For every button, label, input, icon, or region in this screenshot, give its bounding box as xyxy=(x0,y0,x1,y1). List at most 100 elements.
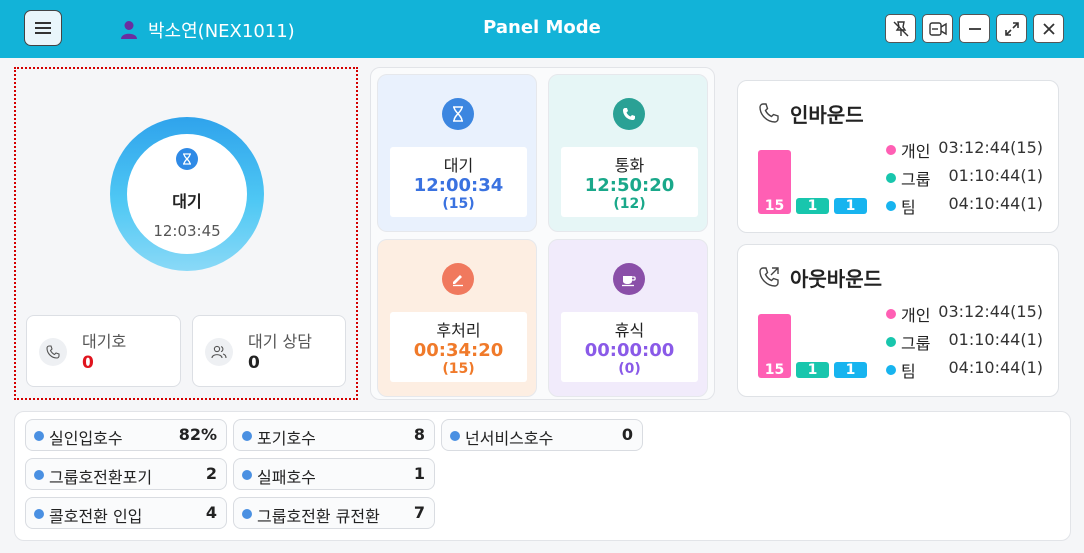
stat-dot xyxy=(34,470,44,480)
legend-dot xyxy=(886,201,896,211)
outbound-panel: 아웃바운드 15 1 1 개인 03:12:44(15) 그룹 01:10:44(1) 팀 0… xyxy=(737,244,1059,397)
state-time: 00:00:00 xyxy=(584,340,675,361)
state-name: 통화 xyxy=(614,156,645,175)
inbound-bar: 15 xyxy=(758,150,791,214)
phone-outgoing-icon xyxy=(759,267,779,287)
legend-time: 04:10:44(1) xyxy=(948,194,1043,213)
video-icon xyxy=(928,21,947,36)
video-button[interactable] xyxy=(922,14,953,43)
user-name: 박소연(NEX1011) xyxy=(148,21,295,42)
inbound-title: 인바운드 xyxy=(790,103,864,127)
waiting-consult-value: 0 xyxy=(248,353,260,373)
stat-value: 4 xyxy=(205,503,217,522)
stat-item[interactable]: 실인입호수 82% xyxy=(25,419,227,451)
minimize-button[interactable] xyxy=(959,14,990,43)
state-info: 통화 12:50:20 (12) xyxy=(561,147,698,217)
state-count: (15) xyxy=(442,196,475,212)
legend-time: 01:10:44(1) xyxy=(948,166,1043,185)
state-info: 후처리 00:34:20 (15) xyxy=(390,312,527,382)
stat-value: 82% xyxy=(178,425,217,444)
stat-label: 콜호전환 인입 xyxy=(49,507,143,526)
state-info: 휴식 00:00:00 (0) xyxy=(561,312,698,382)
legend-time: 03:12:44(15) xyxy=(938,302,1043,321)
stat-label: 실패호수 xyxy=(257,468,316,487)
phone-icon xyxy=(39,338,67,366)
stat-label: 실인입호수 xyxy=(49,429,123,448)
state-name: 휴식 xyxy=(614,321,645,340)
pen-icon xyxy=(442,263,474,295)
state-count: (15) xyxy=(442,361,475,377)
inbound-panel: 인바운드 15 1 1 개인 03:12:44(15) 그룹 01:10:44(1) 팀 04… xyxy=(737,80,1059,233)
hamburger-icon xyxy=(35,22,51,34)
legend-time: 03:12:44(15) xyxy=(938,138,1043,157)
status-ring-center: 대기 12:03:45 xyxy=(127,134,247,254)
state-time: 12:00:34 xyxy=(413,175,504,196)
stat-value: 8 xyxy=(413,425,425,444)
inbound-bar: 1 xyxy=(796,198,829,214)
current-status-panel: 대기 12:03:45 대기호 0 대기 상담 0 xyxy=(14,67,358,400)
minimize-icon xyxy=(968,27,981,30)
state-name: 후처리 xyxy=(436,321,481,340)
coffee-icon xyxy=(613,263,645,295)
stat-item[interactable]: 실패호수 1 xyxy=(233,458,435,490)
outbound-bar: 1 xyxy=(796,362,829,378)
state-card-after-work[interactable]: 후처리 00:34:20 (15) xyxy=(377,239,537,397)
stat-item[interactable]: 넌서비스호수 0 xyxy=(441,419,643,451)
stat-dot xyxy=(34,509,44,519)
title-bar: 박소연(NEX1011) Panel Mode xyxy=(0,0,1084,58)
user-info: 박소연(NEX1011) xyxy=(120,17,295,43)
legend-time: 01:10:44(1) xyxy=(948,330,1043,349)
users-icon xyxy=(205,338,233,366)
close-icon xyxy=(1042,22,1055,35)
stat-item[interactable]: 그룹호전환 큐전환 7 xyxy=(233,497,435,529)
stat-dot xyxy=(450,431,460,441)
outbound-bar: 15 xyxy=(758,314,791,378)
inbound-legend-item: 팀 xyxy=(886,194,916,218)
stat-dot xyxy=(242,470,252,480)
outbound-bar: 1 xyxy=(834,362,867,378)
stat-label: 넌서비스호수 xyxy=(465,429,554,448)
status-time: 12:03:45 xyxy=(153,222,221,240)
window-controls xyxy=(885,14,1064,43)
legend-dot xyxy=(886,145,896,155)
stat-dot xyxy=(34,431,44,441)
stat-label: 포기호수 xyxy=(257,429,316,448)
state-card-break[interactable]: 휴식 00:00:00 (0) xyxy=(548,239,708,397)
expand-icon xyxy=(1004,21,1019,36)
stat-item[interactable]: 그룹호전환포기 2 xyxy=(25,458,227,490)
legend-time: 04:10:44(1) xyxy=(948,358,1043,377)
queue-calls-card[interactable]: 대기호 0 xyxy=(26,315,181,387)
phone-icon xyxy=(613,98,645,130)
inbound-bar: 1 xyxy=(834,198,867,214)
stat-value: 7 xyxy=(413,503,425,522)
legend-dot xyxy=(886,309,896,319)
stat-dot xyxy=(242,509,252,519)
legend-dot xyxy=(886,337,896,347)
status-ring: 대기 12:03:45 xyxy=(110,117,264,271)
state-count: (0) xyxy=(618,361,641,377)
stat-dot xyxy=(242,431,252,441)
close-button[interactable] xyxy=(1033,14,1064,43)
waiting-consult-card[interactable]: 대기 상담 0 xyxy=(192,315,346,387)
inbound-bar-label: 1 xyxy=(845,198,856,214)
state-count: (12) xyxy=(613,196,646,212)
hourglass-icon xyxy=(442,98,474,130)
state-time: 00:34:20 xyxy=(413,340,504,361)
legend-dot xyxy=(886,173,896,183)
phone-incoming-icon xyxy=(759,103,779,123)
waiting-consult-label: 대기 상담 xyxy=(248,332,312,351)
menu-button[interactable] xyxy=(24,10,62,46)
state-card-on-call[interactable]: 통화 12:50:20 (12) xyxy=(548,74,708,232)
state-card-waiting[interactable]: 대기 12:00:34 (15) xyxy=(377,74,537,232)
state-info: 대기 12:00:34 (15) xyxy=(390,147,527,217)
pin-off-button[interactable] xyxy=(885,14,916,43)
stat-label: 그룹호전환포기 xyxy=(49,468,153,487)
agent-states-panel: 대기 12:00:34 (15) 통화 12:50:20 (12) 후처리 00… xyxy=(370,67,715,400)
expand-button[interactable] xyxy=(996,14,1027,43)
stat-item[interactable]: 콜호전환 인입 4 xyxy=(25,497,227,529)
stat-value: 0 xyxy=(621,425,633,444)
outbound-bar-label: 15 xyxy=(764,362,785,378)
legend-dot xyxy=(886,365,896,375)
stat-item[interactable]: 포기호수 8 xyxy=(233,419,435,451)
inbound-bar-label: 15 xyxy=(764,198,785,214)
